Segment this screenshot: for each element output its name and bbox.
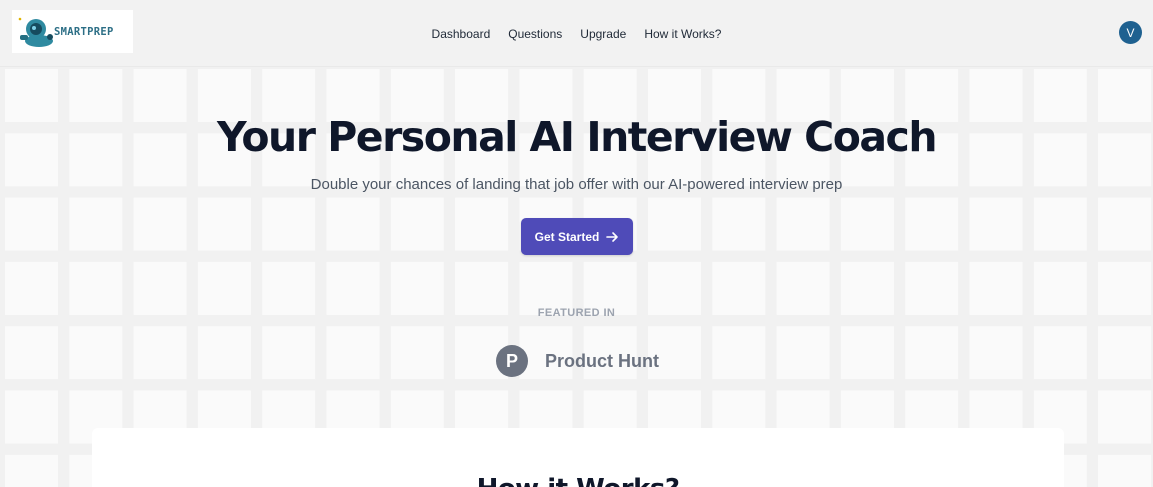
featured-in-label: FEATURED IN [537,307,616,319]
robot-logo-icon [16,15,56,49]
nav-questions[interactable]: Questions [508,27,562,41]
how-it-works-section: How it Works? [92,428,1064,487]
product-hunt-icon: P [496,345,528,377]
hero-subtitle: Double your chances of landing that job … [310,176,843,193]
logo-wordmark: SMARTPREP [54,25,114,38]
user-avatar[interactable]: V [1119,21,1142,44]
nav-dashboard[interactable]: Dashboard [432,27,491,41]
top-navbar: SMARTPREP Dashboard Questions Upgrade Ho… [0,0,1153,67]
get-started-label: Get Started [534,229,600,244]
nav-upgrade[interactable]: Upgrade [580,27,626,41]
smartprep-logo[interactable]: SMARTPREP [12,10,133,53]
main-nav: Dashboard Questions Upgrade How it Works… [0,0,1153,67]
hero-title: Your Personal AI Interview Coach [216,113,938,161]
product-hunt-label: Product Hunt [545,350,659,371]
product-hunt-link[interactable]: P Product Hunt [496,345,659,377]
hero-section: Your Personal AI Interview Coach Double … [0,67,1153,487]
nav-how-it-works[interactable]: How it Works? [644,27,721,41]
how-it-works-title: How it Works? [92,474,1064,487]
arrow-right-icon [606,231,619,242]
get-started-button[interactable]: Get Started [521,218,633,255]
